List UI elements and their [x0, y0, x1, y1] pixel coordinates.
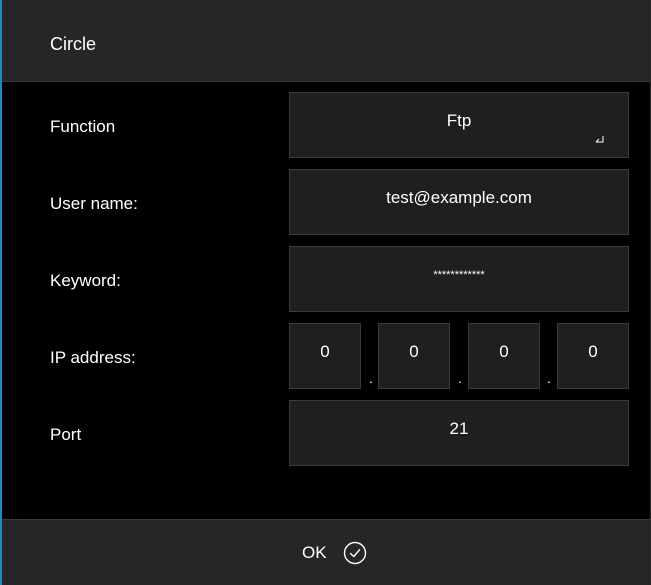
- ip-octet-3-value: 0: [499, 342, 509, 361]
- username-value: test@example.com: [386, 188, 532, 207]
- ip-octet-2[interactable]: 0: [378, 323, 450, 389]
- username-label: User name:: [50, 194, 138, 213]
- ip-separator: .: [547, 370, 551, 386]
- ok-label: OK: [302, 543, 327, 562]
- ip-octet-4[interactable]: 0: [557, 323, 629, 389]
- ok-button[interactable]: OK: [302, 533, 367, 573]
- ip-address-label: IP address:: [50, 348, 136, 367]
- ip-octet-4-value: 0: [588, 342, 598, 361]
- port-value: 21: [449, 419, 469, 438]
- ip-octet-1-value: 0: [320, 342, 330, 361]
- username-field[interactable]: test@example.com: [289, 169, 629, 235]
- function-select[interactable]: Ftp: [289, 92, 629, 158]
- keyword-label: Keyword:: [50, 271, 121, 290]
- circle-dialog: Circle Function Ftp User name: test@exam…: [0, 0, 651, 585]
- keyword-value: ************: [433, 269, 485, 281]
- check-circle-icon: [343, 541, 366, 565]
- function-label: Function: [50, 117, 116, 136]
- function-value: Ftp: [446, 111, 472, 130]
- ip-octet-3[interactable]: 0: [468, 323, 540, 389]
- ip-octet-1[interactable]: 0: [289, 323, 361, 389]
- dialog-footer: OK: [2, 519, 650, 585]
- ip-separator: .: [369, 370, 373, 386]
- keyword-field[interactable]: ************: [289, 246, 629, 312]
- dialog-title: Circle: [50, 34, 97, 54]
- title-bar: Circle: [2, 0, 650, 82]
- ip-separator: .: [458, 370, 462, 386]
- port-field[interactable]: 21: [289, 400, 629, 466]
- dropdown-corner-icon: [595, 136, 604, 143]
- port-label: Port: [50, 425, 82, 444]
- ip-octet-2-value: 0: [409, 342, 419, 361]
